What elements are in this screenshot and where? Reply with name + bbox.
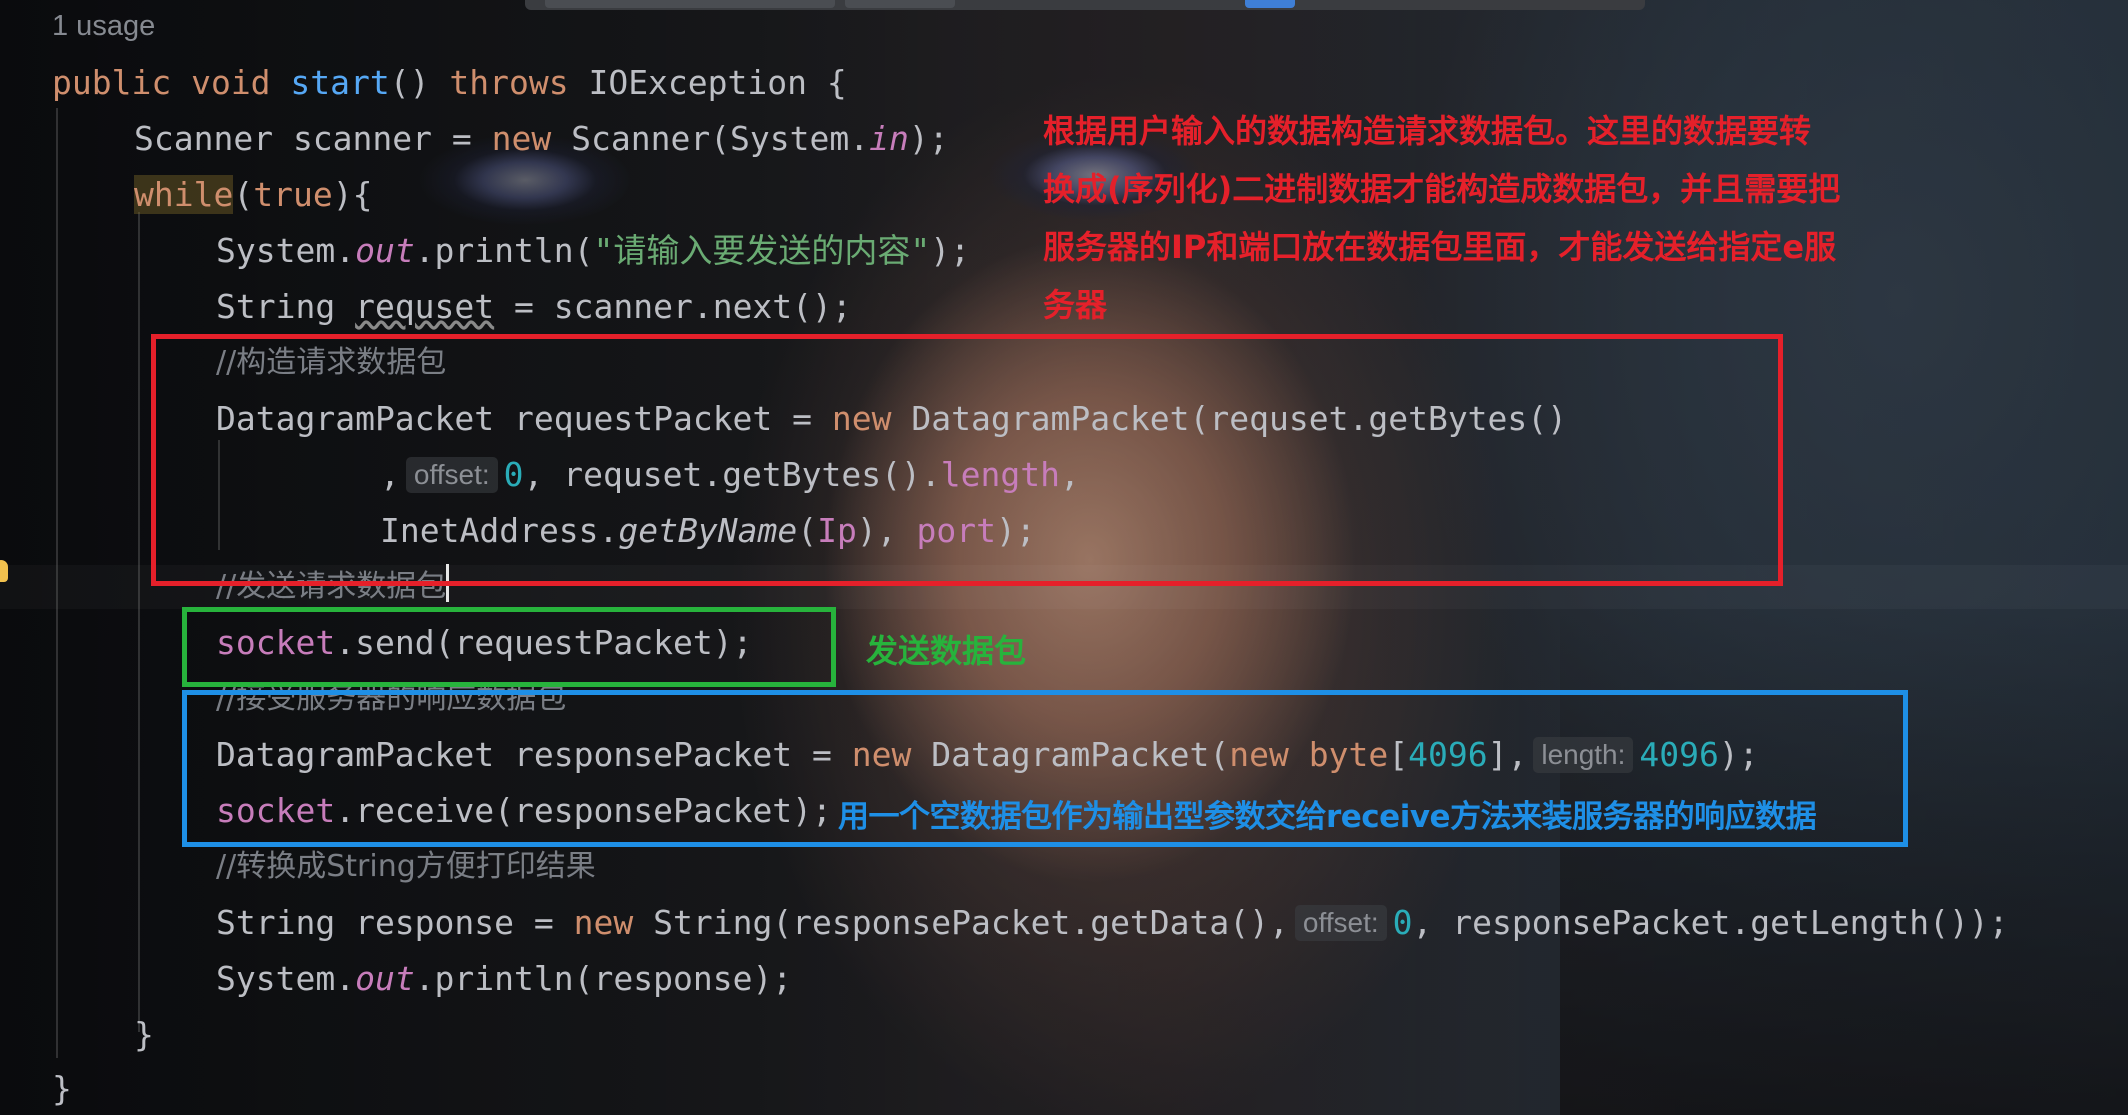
red-note-line: 根据用户输入的数据构造请求数据包。这里的数据要转: [1043, 112, 1812, 150]
lightbulb-icon[interactable]: [0, 560, 8, 582]
keyword-void: void: [191, 63, 291, 102]
code-token: String response =: [216, 903, 574, 942]
code-line-3[interactable]: while(true){: [134, 172, 372, 218]
code-token: Scanner scanner =: [134, 119, 492, 158]
red-note-line: 务器: [1043, 286, 1108, 324]
keyword-true: true: [253, 175, 333, 214]
code-token: .println(: [414, 231, 594, 270]
code-token: , responsePacket.getLength());: [1412, 903, 2009, 942]
code-token: System.: [216, 959, 356, 998]
code-token: String: [216, 287, 356, 326]
closing-brace: }: [52, 1069, 72, 1108]
keyword-new: new: [573, 903, 654, 942]
parameter-hint-offset: offset:: [1294, 905, 1387, 941]
usage-count-hint[interactable]: 1 usage: [52, 10, 155, 43]
code-token: (: [233, 175, 254, 214]
code-token: );: [908, 119, 949, 158]
code-line-5[interactable]: String requset = scanner.next();: [216, 284, 852, 330]
code-line-15-comment[interactable]: //转换成String方便打印结果: [216, 844, 596, 890]
field-out: out: [355, 959, 415, 998]
blue-annotation-note: 用一个空数据包作为输出型参数交给receive方法来装服务器的响应数据: [838, 799, 1817, 835]
method-signature: (): [389, 63, 450, 102]
string-literal: "请输入要发送的内容": [593, 231, 931, 270]
field-out: out: [355, 231, 415, 270]
red-annotation-note: 根据用户输入的数据构造请求数据包。这里的数据要转 换成(序列化)二进制数据才能构…: [1043, 102, 2128, 334]
code-line-18[interactable]: }: [134, 1012, 154, 1058]
variable-requset[interactable]: requset: [355, 287, 494, 326]
exception-type: IOException {: [588, 63, 847, 102]
code-token: = scanner.next();: [494, 287, 852, 326]
number-literal: 0: [1392, 903, 1413, 942]
editor-top-toolbar: [525, 0, 1645, 10]
keyword-while: while: [134, 175, 234, 214]
keyword-throws: throws: [449, 63, 589, 102]
code-line-1[interactable]: public void start() throws IOException {: [52, 60, 847, 106]
green-highlight-box: [182, 607, 836, 687]
code-token: );: [930, 231, 970, 270]
code-editor[interactable]: 1 usage public void start() throws IOExc…: [0, 0, 2128, 1115]
keyword-new: new: [491, 119, 572, 158]
method-name: start: [290, 63, 390, 102]
indent-guide: [56, 108, 58, 1058]
code-line-17[interactable]: System.out.println(response);: [216, 956, 792, 1002]
toolbar-tab[interactable]: [1245, 0, 1295, 8]
keyword-public: public: [52, 63, 192, 102]
code-token: Scanner(System.: [571, 119, 870, 158]
red-note-line: 服务器的IP和端口放在数据包里面，才能发送给指定e服: [1043, 228, 1837, 266]
code-line-4[interactable]: System.out.println("请输入要发送的内容");: [216, 228, 970, 274]
code-line-19[interactable]: }: [52, 1066, 72, 1112]
code-token: ){: [332, 175, 373, 214]
toolbar-tab[interactable]: [845, 0, 955, 8]
green-annotation-note: 发送数据包: [866, 632, 1027, 670]
indent-guide: [138, 212, 140, 1032]
code-token: String(responsePacket.getData(),: [653, 903, 1289, 942]
closing-brace: }: [134, 1015, 154, 1054]
code-token: .println(response);: [414, 959, 793, 998]
field-in: in: [869, 119, 909, 158]
code-line-2[interactable]: Scanner scanner = new Scanner(System.in)…: [134, 116, 949, 162]
toolbar-tab[interactable]: [545, 0, 835, 8]
red-note-line: 换成(序列化)二进制数据才能构造成数据包，并且需要把: [1043, 170, 1841, 208]
code-token: System.: [216, 231, 356, 270]
code-line-16[interactable]: String response = new String(responsePac…: [216, 900, 2009, 946]
red-highlight-box: [151, 334, 1783, 586]
